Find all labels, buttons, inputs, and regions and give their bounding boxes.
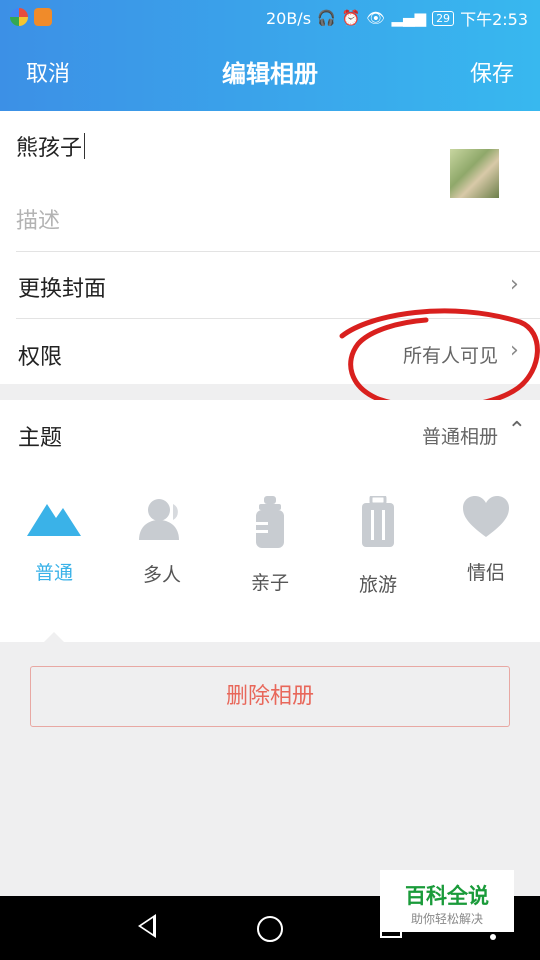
theme-value[interactable]: 普通相册 bbox=[422, 422, 498, 449]
text-caret bbox=[84, 133, 86, 159]
headset-icon: 🎧 bbox=[317, 8, 336, 27]
chevron-up-icon[interactable]: ⌃ bbox=[508, 418, 526, 443]
baby-bottle-icon bbox=[256, 496, 284, 548]
suitcase-icon bbox=[362, 496, 394, 547]
mountain-icon bbox=[27, 504, 81, 536]
divider bbox=[16, 318, 540, 319]
album-name-value: 熊孩子 bbox=[16, 136, 83, 161]
theme-option-normal[interactable]: 普通 bbox=[0, 496, 108, 585]
selection-pointer bbox=[44, 632, 64, 642]
net-speed: 20B/s bbox=[265, 8, 312, 28]
theme-option-family[interactable]: 亲子 bbox=[216, 496, 324, 595]
delete-album-button[interactable]: 删除相册 bbox=[30, 666, 510, 727]
watermark-badge: 百科全说 助你轻松解决 bbox=[380, 870, 514, 932]
nav-dot-icon[interactable] bbox=[490, 934, 496, 940]
chevron-right-icon: › bbox=[510, 338, 519, 363]
theme-option-label: 情侣 bbox=[466, 562, 505, 584]
status-bar: 20B/s 🎧 ⏰ 👁 ▂▄▆ 29 下午2:53 bbox=[0, 0, 540, 36]
divider bbox=[16, 251, 540, 252]
theme-option-travel[interactable]: 旅游 bbox=[324, 496, 432, 597]
page-title: 编辑相册 bbox=[222, 60, 318, 88]
theme-card: 主题 普通相册 ⌃ 普通 多人 亲子 旅游 情侣 bbox=[0, 400, 540, 642]
app-notification-icon bbox=[10, 8, 28, 26]
signal-icon: ▂▄▆ bbox=[391, 8, 427, 27]
back-icon[interactable] bbox=[138, 914, 156, 938]
people-icon bbox=[139, 499, 179, 540]
permission-value[interactable]: 所有人可见 bbox=[403, 341, 498, 368]
alarm-icon: ⏰ bbox=[341, 8, 361, 27]
theme-option-multi-person[interactable]: 多人 bbox=[108, 496, 216, 587]
eye-icon: 👁 bbox=[366, 8, 386, 27]
save-button[interactable]: 保存 bbox=[470, 56, 514, 88]
watermark-title: 百科全说 bbox=[405, 884, 489, 908]
watermark-subtitle: 助你轻松解决 bbox=[410, 912, 483, 926]
theme-option-couple[interactable]: 情侣 bbox=[432, 496, 540, 585]
permission-label: 权限 bbox=[18, 345, 63, 370]
cover-thumbnail[interactable] bbox=[450, 149, 499, 198]
theme-option-label: 旅游 bbox=[358, 574, 397, 596]
theme-option-label: 普通 bbox=[34, 562, 73, 584]
battery-indicator: 29 bbox=[432, 10, 455, 26]
app-notification-icon bbox=[34, 8, 52, 26]
chevron-right-icon: › bbox=[510, 272, 519, 297]
theme-label: 主题 bbox=[18, 426, 63, 451]
clock: 下午2:53 bbox=[460, 10, 528, 29]
theme-option-label: 多人 bbox=[142, 564, 181, 586]
theme-option-label: 亲子 bbox=[250, 572, 289, 594]
home-icon[interactable] bbox=[257, 916, 283, 942]
description-input[interactable]: 描述 bbox=[16, 203, 60, 235]
heart-icon bbox=[463, 496, 509, 537]
album-name-input[interactable]: 熊孩子 bbox=[16, 130, 86, 162]
change-cover-label: 更换封面 bbox=[18, 277, 107, 302]
header-bar: 20B/s 🎧 ⏰ 👁 ▂▄▆ 29 下午2:53 取消 编辑相册 保存 bbox=[0, 0, 540, 111]
